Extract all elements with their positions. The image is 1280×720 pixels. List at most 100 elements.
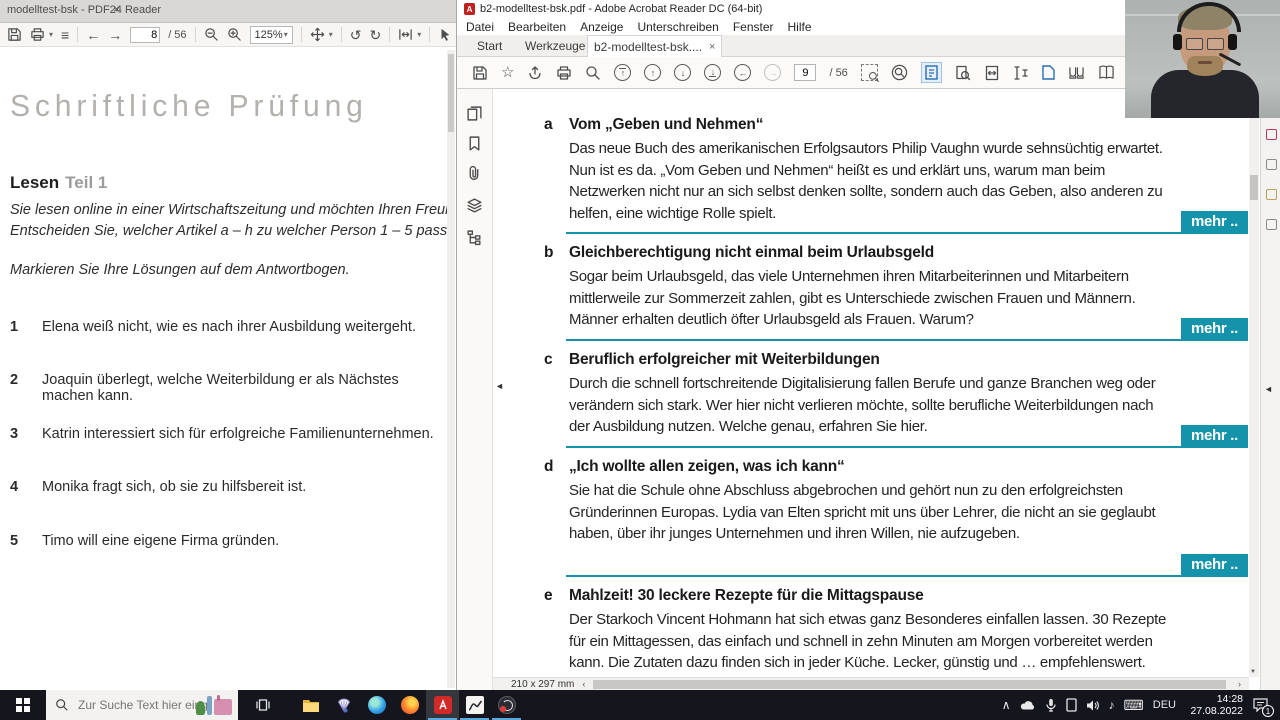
menu-datei[interactable]: Datei [466, 20, 494, 34]
last-page-icon[interactable]: ↓ [704, 64, 722, 81]
acrobat-vertical-scrollbar[interactable]: ▲ ▼ [1249, 89, 1259, 677]
pdf24-taskbar-button[interactable] [458, 690, 491, 720]
select-cursor-icon[interactable] [438, 28, 452, 42]
tags-tree-icon[interactable] [466, 229, 483, 246]
fit-caret-icon[interactable]: ▾ [417, 30, 421, 39]
touch-keyboard-icon[interactable]: ⌨ [1124, 698, 1144, 712]
tab-start[interactable]: Start [471, 35, 508, 57]
pdf24-vertical-scrollbar[interactable] [447, 50, 455, 688]
search-input[interactable] [76, 697, 210, 713]
fit-page-icon[interactable] [1042, 65, 1055, 80]
zoom-tool-icon[interactable] [891, 64, 908, 81]
zoom-level-select[interactable]: 125% ▾ [249, 25, 293, 44]
next-view-icon[interactable]: → [764, 64, 782, 81]
speaker-icon[interactable] [1086, 699, 1100, 712]
tool-icon[interactable] [1266, 219, 1277, 230]
previous-view-icon[interactable]: ← [734, 64, 752, 81]
previous-page-icon[interactable]: ← [86, 28, 100, 42]
page-list-icon[interactable]: ≡ [61, 28, 69, 42]
start-button[interactable] [0, 690, 46, 720]
two-page-view-icon[interactable] [1068, 65, 1085, 80]
first-page-icon[interactable]: ↑ [614, 64, 632, 81]
page-number-input[interactable] [130, 26, 161, 43]
article-divider [566, 575, 1248, 577]
hscroll-left-icon[interactable]: ‹ [582, 679, 585, 689]
bookmarks-icon[interactable] [466, 135, 483, 152]
microphone-icon[interactable] [1045, 698, 1057, 712]
menu-bearbeiten[interactable]: Bearbeiten [508, 20, 566, 34]
save-icon[interactable] [472, 65, 488, 81]
print-caret-icon[interactable]: ▾ [49, 30, 53, 39]
file-explorer-button[interactable] [294, 690, 327, 720]
question-text: Joaquin überlegt, welche Weiterbildung e… [42, 372, 399, 404]
firefox-browser-button[interactable] [393, 690, 426, 720]
scroll-down-icon[interactable]: ▼ [1250, 669, 1256, 675]
tab-document[interactable]: b2-modelltest-bsk.... × [587, 35, 723, 57]
vscroll-thumb[interactable] [1250, 175, 1258, 200]
page-thumbnails-icon[interactable] [466, 105, 483, 122]
next-page-icon[interactable]: → [108, 28, 122, 42]
article-text: Der Starkoch Vincent Hohmann hat sich et… [569, 611, 1167, 671]
menu-fenster[interactable]: Fenster [733, 20, 774, 34]
pan-caret-icon[interactable]: ▾ [329, 30, 333, 39]
tool-icon[interactable] [1266, 159, 1277, 170]
book-view-icon[interactable] [1098, 65, 1115, 80]
task-view-button[interactable] [246, 690, 279, 720]
tab-close-icon[interactable]: × [709, 41, 715, 53]
obs-icon [497, 696, 516, 714]
tool-icon[interactable] [1266, 189, 1277, 200]
zoom-in-icon[interactable] [227, 27, 242, 42]
pdf24-document-tab[interactable]: modelltest-bsk - PDF24 Reader [7, 4, 161, 16]
print-icon[interactable] [556, 65, 572, 81]
tray-expand-chevron-icon[interactable]: ∧ [1002, 699, 1011, 711]
fit-height-icon[interactable] [1013, 65, 1029, 81]
pan-tool-icon[interactable] [310, 27, 325, 42]
attachments-icon[interactable] [466, 165, 483, 182]
fan-app-button[interactable] [327, 690, 360, 720]
acrobat-horizontal-scrollbar[interactable]: 210 x 297 mm ‹ › [493, 677, 1249, 690]
save-icon[interactable] [7, 27, 22, 42]
fit-width-icon[interactable] [398, 27, 413, 42]
tool-icon[interactable] [1266, 129, 1277, 140]
page-number-input[interactable] [794, 64, 817, 81]
page-preview-icon[interactable] [955, 65, 971, 81]
device-cast-icon[interactable] [1065, 698, 1077, 712]
obs-studio-taskbar-button[interactable] [490, 690, 523, 720]
expand-pane-right-icon[interactable]: ◄ [1264, 385, 1273, 394]
question-number: 5 [10, 533, 19, 549]
acrobat-reader-taskbar-button[interactable] [426, 690, 459, 720]
notification-center-button[interactable]: 1 [1252, 697, 1274, 717]
tab-werkzeuge[interactable]: Werkzeuge [519, 35, 591, 57]
question-item: 3 Katrin interessiert sich für erfolgrei… [10, 426, 450, 442]
fit-width-page-icon[interactable] [984, 65, 1000, 81]
taskbar-clock[interactable]: 14:28 27.08.2022 [1185, 693, 1243, 717]
share-upload-icon[interactable] [527, 65, 543, 81]
menu-anzeige[interactable]: Anzeige [580, 20, 623, 34]
print-icon[interactable] [30, 27, 45, 42]
edge-browser-button[interactable] [360, 690, 393, 720]
zoom-out-icon[interactable] [204, 27, 219, 42]
favorites-star-icon[interactable]: ☆ [501, 65, 514, 80]
hscroll-thumb[interactable] [593, 679, 1226, 689]
audio-app-note-icon[interactable]: ♪ [1109, 699, 1115, 711]
article-title: „Ich wollte allen zeigen, was ich kann“ [569, 458, 845, 475]
menu-hilfe[interactable]: Hilfe [788, 20, 812, 34]
pdf24-scrollbar-thumb[interactable] [448, 54, 454, 132]
find-icon[interactable] [585, 65, 601, 81]
rotate-right-icon[interactable]: ↻ [369, 28, 381, 42]
acrobat-window-title: b2-modelltest-bsk.pdf - Adobe Acrobat Re… [480, 3, 763, 15]
previous-page-icon[interactable]: ↑ [644, 64, 662, 81]
marquee-zoom-icon[interactable] [860, 64, 879, 82]
next-page-icon[interactable]: ↓ [674, 64, 692, 81]
layers-icon[interactable] [466, 197, 483, 214]
taskbar-search-box[interactable] [46, 690, 238, 720]
page-display-icon[interactable] [920, 62, 942, 83]
rotate-left-icon[interactable]: ↺ [350, 28, 362, 42]
onedrive-cloud-icon[interactable] [1020, 699, 1036, 711]
question-number: 2 [10, 372, 19, 388]
menu-unterschreiben[interactable]: Unterschreiben [637, 20, 718, 34]
pdf24-tab-close-icon[interactable]: × [113, 2, 120, 16]
hscroll-right-icon[interactable]: › [1238, 679, 1241, 689]
collapse-pane-left-icon[interactable]: ◄ [495, 382, 504, 391]
language-indicator[interactable]: DEU [1153, 699, 1176, 711]
